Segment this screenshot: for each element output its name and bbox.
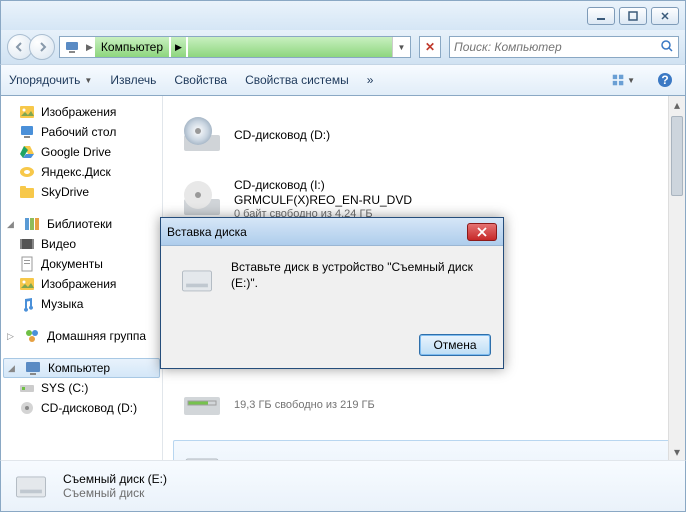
search-input[interactable] [454,40,660,54]
drive-tile-d[interactable]: CD-дисковод (D:) [173,106,675,164]
sidebar-item-music[interactable]: Музыка [1,294,162,314]
eject-button[interactable]: Извлечь [110,73,156,87]
maximize-button[interactable] [619,7,647,25]
cd-drive-icon [180,113,224,157]
address-dropdown[interactable]: ▼ [392,37,410,57]
drive-label: GRMCULF(X)REO_EN-RU_DVD [234,193,412,207]
address-bar[interactable]: ▶ Компьютер ▶ ▼ [59,36,411,58]
dialog-message: Вставьте диск в устройство "Съемный диск… [231,260,487,314]
dialog-title-text: Вставка диска [167,225,467,239]
sidebar-item-desktop[interactable]: Рабочий стол [1,122,162,142]
hdd-icon [180,383,224,427]
dialog-titlebar[interactable]: Вставка диска [161,218,503,246]
sidebar-item-skydrive[interactable]: SkyDrive [1,182,162,202]
sidebar-item-google-drive[interactable]: Google Drive [1,142,162,162]
collapse-icon: ◢ [7,219,17,230]
details-subtitle: Съемный диск [63,486,167,500]
address-path: ▶ Компьютер ▶ [84,37,392,57]
sidebar-item-pictures[interactable]: Изображения [1,274,162,294]
nav-buttons [7,34,55,60]
properties-button[interactable]: Свойства [174,73,227,87]
scroll-up-arrow[interactable]: ▴ [669,96,685,113]
sidebar-drive-d[interactable]: CD-дисковод (D:) [1,398,162,418]
removable-drive-icon [11,466,51,506]
address-segment[interactable]: Компьютер [95,37,169,57]
drive-tile-hidden[interactable]: 19,3 ГБ свободно из 219 ГБ [173,376,675,434]
dialog-close-button[interactable] [467,223,497,241]
collapse-icon: ◢ [8,363,18,374]
details-pane: Съемный диск (E:) Съемный диск [0,460,686,512]
sidebar-computer[interactable]: ◢Компьютер [3,358,160,378]
system-properties-button[interactable]: Свойства системы [245,73,349,87]
sidebar-drive-c[interactable]: SYS (C:) [1,378,162,398]
scroll-down-arrow[interactable]: ▾ [669,443,685,460]
sidebar-item-yandex-disk[interactable]: Яндекс.Диск [1,162,162,182]
vertical-scrollbar[interactable]: ▴ ▾ [668,96,685,460]
search-icon[interactable] [660,39,674,56]
stop-button[interactable]: ✕ [419,36,441,58]
expand-icon: ▷ [7,331,17,342]
organize-menu[interactable]: Упорядочить ▼ [9,73,92,87]
insert-disk-dialog: Вставка диска Вставьте диск в устройство… [160,217,504,369]
sidebar-item-images[interactable]: Изображения [1,102,162,122]
chevron-right-icon[interactable]: ▶ [171,37,186,57]
window-titlebar [0,0,686,30]
sidebar-item-documents[interactable]: Документы [1,254,162,274]
address-row: ▶ Компьютер ▶ ▼ ✕ [0,30,686,64]
view-options-button[interactable]: ▼ [611,68,635,92]
drive-freespace: 19,3 ГБ свободно из 219 ГБ [234,399,375,411]
removable-drive-icon [180,447,224,460]
search-box[interactable] [449,36,679,58]
toolbar-overflow[interactable]: » [367,73,374,87]
drive-title: CD-дисковод (D:) [234,128,330,142]
sidebar-item-videos[interactable]: Видео [1,234,162,254]
drive-tile-e[interactable]: Съемный диск (E:) [173,440,675,460]
scroll-thumb[interactable] [671,116,683,196]
sidebar-libraries-header[interactable]: ◢Библиотеки [1,214,162,234]
removable-drive-icon [177,260,217,300]
sidebar-homegroup[interactable]: ▷Домашняя группа [1,326,162,346]
forward-button[interactable] [29,34,55,60]
toolbar: Упорядочить ▼ Извлечь Свойства Свойства … [0,64,686,96]
details-title: Съемный диск (E:) [63,472,167,486]
minimize-button[interactable] [587,7,615,25]
close-button[interactable] [651,7,679,25]
svg-text:?: ? [661,73,668,87]
drive-title: CD-дисковод (I:) [234,178,412,192]
computer-icon [64,39,80,55]
help-button[interactable]: ? [653,68,677,92]
navigation-sidebar: Изображения Рабочий стол Google Drive Ян… [1,96,163,460]
cancel-button[interactable]: Отмена [419,334,491,356]
cd-drive-icon [180,177,224,221]
